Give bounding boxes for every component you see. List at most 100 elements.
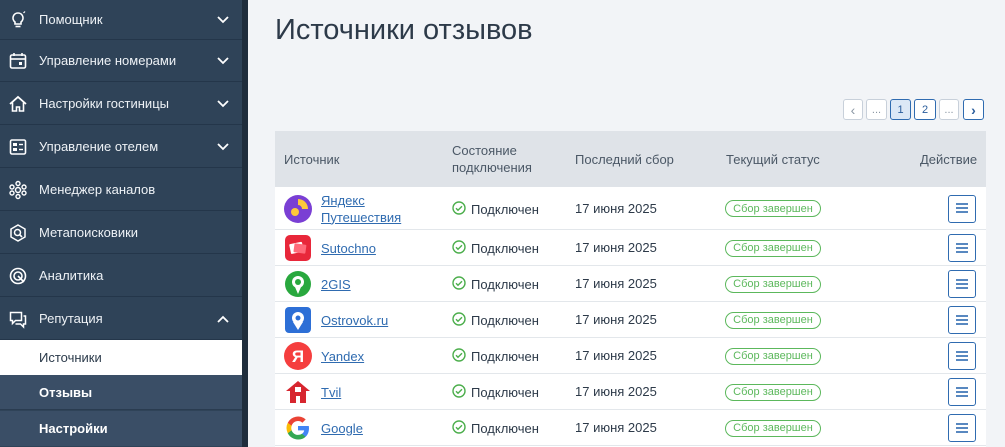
sub-item-label: Источники (39, 350, 102, 365)
last-collect-date: 17 июня 2025 (575, 420, 657, 435)
check-circle-icon (452, 312, 466, 329)
nav-item-label: Управление отелем (39, 139, 159, 154)
nav-item-hotel-management[interactable]: Управление отелем (0, 126, 242, 168)
last-collect-date: 17 июня 2025 (575, 200, 657, 216)
ellipsis-text: ... (871, 103, 882, 116)
source-name: Google (321, 420, 363, 436)
source-link[interactable]: Google (321, 420, 363, 437)
source-link[interactable]: Tvil (321, 384, 341, 401)
status-badge: Сбор завершен (725, 383, 821, 401)
pagination-prev-button[interactable]: ‹ (843, 99, 863, 120)
table-header: Источник Состояние подключения Последний… (275, 131, 986, 187)
google-logo-icon (284, 414, 312, 442)
lightbulb-icon (8, 10, 28, 30)
check-circle-icon (452, 348, 466, 365)
connection-text: Подключен (471, 349, 539, 364)
row-action-menu-button[interactable] (948, 378, 976, 406)
nav-item-label: Метапоисковики (39, 225, 139, 240)
row-action-menu-button[interactable] (948, 414, 976, 442)
sidebar: Помощник Управление номерами Настройки г… (0, 0, 242, 447)
source-name: Yandex (321, 348, 365, 364)
tvil-logo-icon (284, 378, 312, 406)
last-collect-date: 17 июня 2025 (575, 348, 657, 363)
status-badge: Сбор завершен (725, 347, 821, 365)
row-action-menu-button[interactable] (948, 306, 976, 334)
connection-status: Подключен (452, 420, 539, 437)
nav-item-analytics[interactable]: Аналитика (0, 255, 242, 297)
hamburger-menu-icon (956, 277, 968, 292)
source-link[interactable]: Sutochno (321, 240, 376, 257)
column-header-source: Источник (284, 152, 340, 167)
nav-item-reputation[interactable]: Репутация (0, 298, 242, 340)
nav-item-label: Менеджер каналов (39, 182, 156, 197)
column-header-connection-line2: подключения (452, 160, 532, 175)
page-number: 1 (897, 103, 904, 116)
source-link[interactable]: Yandex (321, 348, 364, 365)
pagination-ellipsis: ... (939, 99, 959, 120)
check-circle-icon (452, 240, 466, 257)
nav-item-hotel-settings[interactable]: Настройки гостиницы (0, 83, 242, 125)
check-circle-icon (452, 200, 466, 218)
source-link[interactable]: Яндекс Путешествия (321, 192, 401, 226)
sidebar-sub-item-settings[interactable]: Настройки (0, 411, 242, 446)
nav-item-room-management[interactable]: Управление номерами (0, 40, 242, 82)
source-link[interactable]: Ostrovok.ru (321, 312, 388, 329)
connection-text: Подключен (471, 385, 539, 400)
pagination-page-1[interactable]: 1 (890, 99, 911, 120)
chevron-down-icon (216, 140, 230, 154)
connection-status: Подключен (452, 312, 539, 329)
connection-status: Подключен (452, 348, 539, 365)
table-row: Ostrovok.ru Подключен 17 июня 2025 Сбор зав… (275, 302, 986, 338)
sub-item-label: Настройки (39, 421, 108, 436)
column-header-last-collect: Последний сбор (575, 152, 674, 167)
ostrovok-logo-icon (284, 306, 312, 334)
hamburger-menu-icon (956, 349, 968, 364)
hamburger-menu-icon (956, 421, 968, 436)
hamburger-menu-icon (956, 241, 968, 256)
row-action-menu-button[interactable] (948, 194, 976, 223)
target-icon (8, 266, 28, 286)
chevron-down-icon (216, 97, 230, 111)
nav-item-metasearch[interactable]: Метапоисковики (0, 212, 242, 254)
pagination-page-2[interactable]: 2 (914, 99, 936, 120)
check-circle-icon (452, 384, 466, 401)
connection-text: Подключен (471, 421, 539, 436)
connection-text: Подключен (471, 277, 539, 292)
hamburger-menu-icon (956, 201, 968, 216)
connection-status: Подключен (452, 240, 539, 257)
sutochno-logo-icon (284, 234, 312, 262)
sidebar-sub-item-sources[interactable]: Источники (0, 340, 242, 375)
nav-item-helper[interactable]: Помощник (0, 0, 242, 40)
source-name: Ostrovok.ru (321, 312, 389, 328)
status-badge: Сбор завершен (725, 239, 821, 257)
yandex-travel-logo-icon (284, 194, 312, 223)
row-action-menu-button[interactable] (948, 342, 976, 370)
source-name-line1: Яндекс (321, 192, 365, 208)
pagination-ellipsis: ... (866, 99, 887, 120)
hamburger-menu-icon (956, 385, 968, 400)
row-action-menu-button[interactable] (948, 270, 976, 298)
grid-icon (8, 137, 28, 157)
chevron-down-icon (216, 13, 230, 27)
row-action-menu-button[interactable] (948, 234, 976, 262)
source-name: 2GIS (321, 276, 351, 292)
connection-status: Подключен (452, 384, 539, 401)
status-badge: Сбор завершен (725, 275, 821, 293)
pagination-next-button[interactable]: › (963, 99, 984, 120)
last-collect-date: 17 июня 2025 (575, 240, 657, 255)
chevron-down-icon (216, 54, 230, 68)
column-header-connection-line1: Состояние (452, 143, 517, 158)
svg-text:Я: Я (292, 347, 304, 366)
connection-text: Подключен (471, 201, 539, 217)
sidebar-sub-item-reviews[interactable]: Отзывы (0, 375, 242, 410)
status-badge: Сбор завершен (725, 419, 821, 437)
search-icon (8, 223, 28, 243)
source-link[interactable]: 2GIS (321, 276, 351, 293)
network-icon (8, 180, 28, 200)
chevron-up-icon (216, 312, 230, 326)
nav-item-channel-manager[interactable]: Менеджер каналов (0, 169, 242, 211)
chat-icon (8, 309, 28, 329)
last-collect-date: 17 июня 2025 (575, 312, 657, 327)
source-name: Tvil (321, 384, 342, 400)
last-collect-date: 17 июня 2025 (575, 276, 657, 291)
